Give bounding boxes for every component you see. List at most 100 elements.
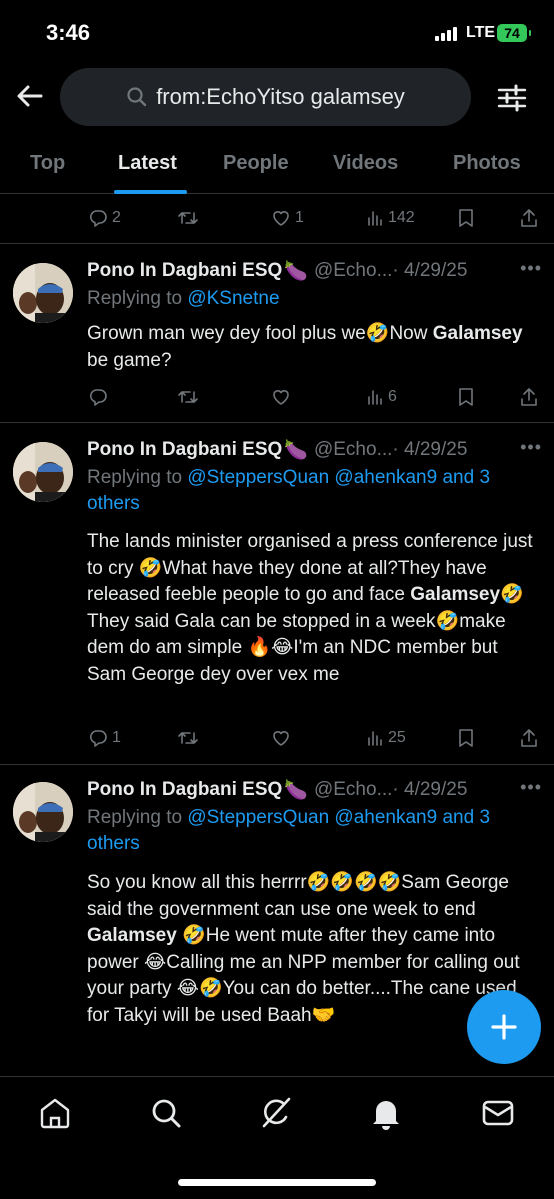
tab-people[interactable]: People xyxy=(223,152,289,175)
previous-tweet-actions: 2 1 142 xyxy=(0,203,554,233)
replying-to-mention[interactable]: @KSnetne xyxy=(187,288,279,309)
like-button[interactable] xyxy=(271,723,295,753)
repost-button[interactable] xyxy=(177,723,203,753)
reply-count: 2 xyxy=(112,209,121,226)
share-button[interactable] xyxy=(520,203,538,233)
heart-icon xyxy=(273,390,289,405)
tweet-date[interactable]: · 4/29/25 xyxy=(392,439,467,461)
author-handle[interactable]: @Echo... xyxy=(314,439,392,461)
more-options-icon[interactable]: ••• xyxy=(520,437,542,458)
tweet-text: Grown man wey dey fool plus we🤣Now Galam… xyxy=(87,321,537,374)
views-button[interactable]: 25 xyxy=(366,723,406,753)
replying-to-label: Replying to xyxy=(87,467,188,488)
nav-grok[interactable] xyxy=(258,1095,294,1131)
avatar[interactable] xyxy=(13,442,73,502)
search-icon xyxy=(152,1099,181,1128)
tab-videos[interactable]: Videos xyxy=(333,152,398,175)
views-icon xyxy=(368,390,382,405)
status-bar: 3:46 LTE 74 xyxy=(0,0,554,60)
reply-button[interactable]: 1 xyxy=(88,723,121,753)
tweet-card[interactable]: Pono In Dagbani ESQ 🍆 @Echo... · 4/29/25… xyxy=(0,437,554,763)
repost-button[interactable] xyxy=(177,382,203,412)
replying-to: Replying to @KSnetne xyxy=(87,286,537,312)
author-name[interactable]: Pono In Dagbani ESQ xyxy=(87,439,282,461)
views-count: 142 xyxy=(388,209,415,226)
repost-icon xyxy=(178,212,198,224)
tweet-text-keyword: Galamsey xyxy=(87,925,177,946)
tweet-card[interactable]: Pono In Dagbani ESQ 🍆 @Echo... · 4/29/25… xyxy=(0,258,554,423)
active-tab-indicator xyxy=(114,190,187,194)
views-button[interactable]: 6 xyxy=(366,382,397,412)
author-emoji: 🍆 xyxy=(284,780,308,801)
avatar[interactable] xyxy=(13,263,73,323)
reply-button[interactable]: 2 xyxy=(88,203,121,233)
views-button[interactable]: 142 xyxy=(366,203,415,233)
nav-search[interactable] xyxy=(148,1095,184,1131)
tab-latest[interactable]: Latest xyxy=(118,152,177,175)
reply-icon xyxy=(89,210,107,227)
views-count: 6 xyxy=(388,388,397,405)
tab-top[interactable]: Top xyxy=(30,152,65,175)
more-options-icon[interactable]: ••• xyxy=(520,777,542,798)
avatar[interactable] xyxy=(13,782,73,842)
author-handle[interactable]: @Echo... xyxy=(314,779,392,801)
nav-home[interactable] xyxy=(37,1095,73,1131)
search-icon xyxy=(127,87,147,107)
bookmark-button[interactable] xyxy=(457,203,475,233)
reply-button[interactable] xyxy=(88,382,112,412)
tweet-header: Pono In Dagbani ESQ 🍆 @Echo... · 4/29/25… xyxy=(87,777,542,803)
author-handle[interactable]: @Echo... xyxy=(314,260,392,282)
tweet-text-keyword: Galamsey xyxy=(410,584,501,605)
more-options-icon[interactable]: ••• xyxy=(520,258,542,279)
search-query: from:EchoYitso galamsey xyxy=(156,84,405,109)
battery-level: 74 xyxy=(504,25,520,41)
repost-icon xyxy=(178,732,198,744)
tweet-date[interactable]: · 4/29/25 xyxy=(392,260,467,282)
compose-button[interactable] xyxy=(467,990,541,1064)
repost-button[interactable] xyxy=(177,203,199,233)
search-input[interactable]: from:EchoYitso galamsey xyxy=(60,68,471,126)
status-time: 3:46 xyxy=(46,20,91,45)
tweet-text-part: be game? xyxy=(87,349,172,371)
bookmark-icon xyxy=(459,388,473,406)
share-button[interactable] xyxy=(520,382,538,412)
notifications-icon xyxy=(373,1101,399,1130)
divider xyxy=(0,422,554,423)
tweet-text: The lands minister organised a press con… xyxy=(87,529,537,688)
tweet-actions: 1 25 xyxy=(0,723,554,753)
battery-icon: 74 xyxy=(497,24,531,42)
filter-settings-icon[interactable] xyxy=(496,82,528,114)
author-name[interactable]: Pono In Dagbani ESQ xyxy=(87,779,282,801)
tweet-actions: 6 xyxy=(0,382,554,412)
views-icon xyxy=(368,211,382,226)
heart-icon xyxy=(273,211,289,226)
plus-icon xyxy=(491,1014,517,1040)
nav-messages[interactable] xyxy=(480,1095,516,1131)
network-label: LTE xyxy=(466,24,496,41)
tweet-header: Pono In Dagbani ESQ 🍆 @Echo... · 4/29/25… xyxy=(87,258,542,284)
grok-icon xyxy=(262,1097,291,1128)
tab-photos[interactable]: Photos xyxy=(453,152,521,175)
tweet-header: Pono In Dagbani ESQ 🍆 @Echo... · 4/29/25… xyxy=(87,437,542,463)
tweet-text-part: Grown man wey dey fool plus we🤣Now xyxy=(87,323,433,344)
bookmark-button[interactable] xyxy=(457,723,475,753)
tweet-text-part: So you know all this herrrr🤣🤣🤣🤣Sam Georg… xyxy=(87,872,509,920)
share-button[interactable] xyxy=(520,723,538,753)
bookmark-button[interactable] xyxy=(457,382,475,412)
reply-icon xyxy=(89,730,107,747)
like-button[interactable]: 1 xyxy=(271,203,304,233)
reply-count: 1 xyxy=(112,729,121,746)
back-arrow-icon[interactable] xyxy=(14,80,46,112)
divider xyxy=(0,243,554,244)
tweet-text: So you know all this herrrr🤣🤣🤣🤣Sam Georg… xyxy=(87,870,537,1029)
tweet-date[interactable]: · 4/29/25 xyxy=(392,779,467,801)
divider xyxy=(0,764,554,765)
like-button[interactable] xyxy=(271,382,295,412)
reply-icon xyxy=(89,389,107,406)
share-icon xyxy=(521,388,537,406)
share-icon xyxy=(521,729,537,747)
author-name[interactable]: Pono In Dagbani ESQ xyxy=(87,260,282,282)
views-count: 25 xyxy=(388,729,406,746)
like-count: 1 xyxy=(295,209,304,226)
nav-notifications[interactable] xyxy=(368,1095,404,1131)
